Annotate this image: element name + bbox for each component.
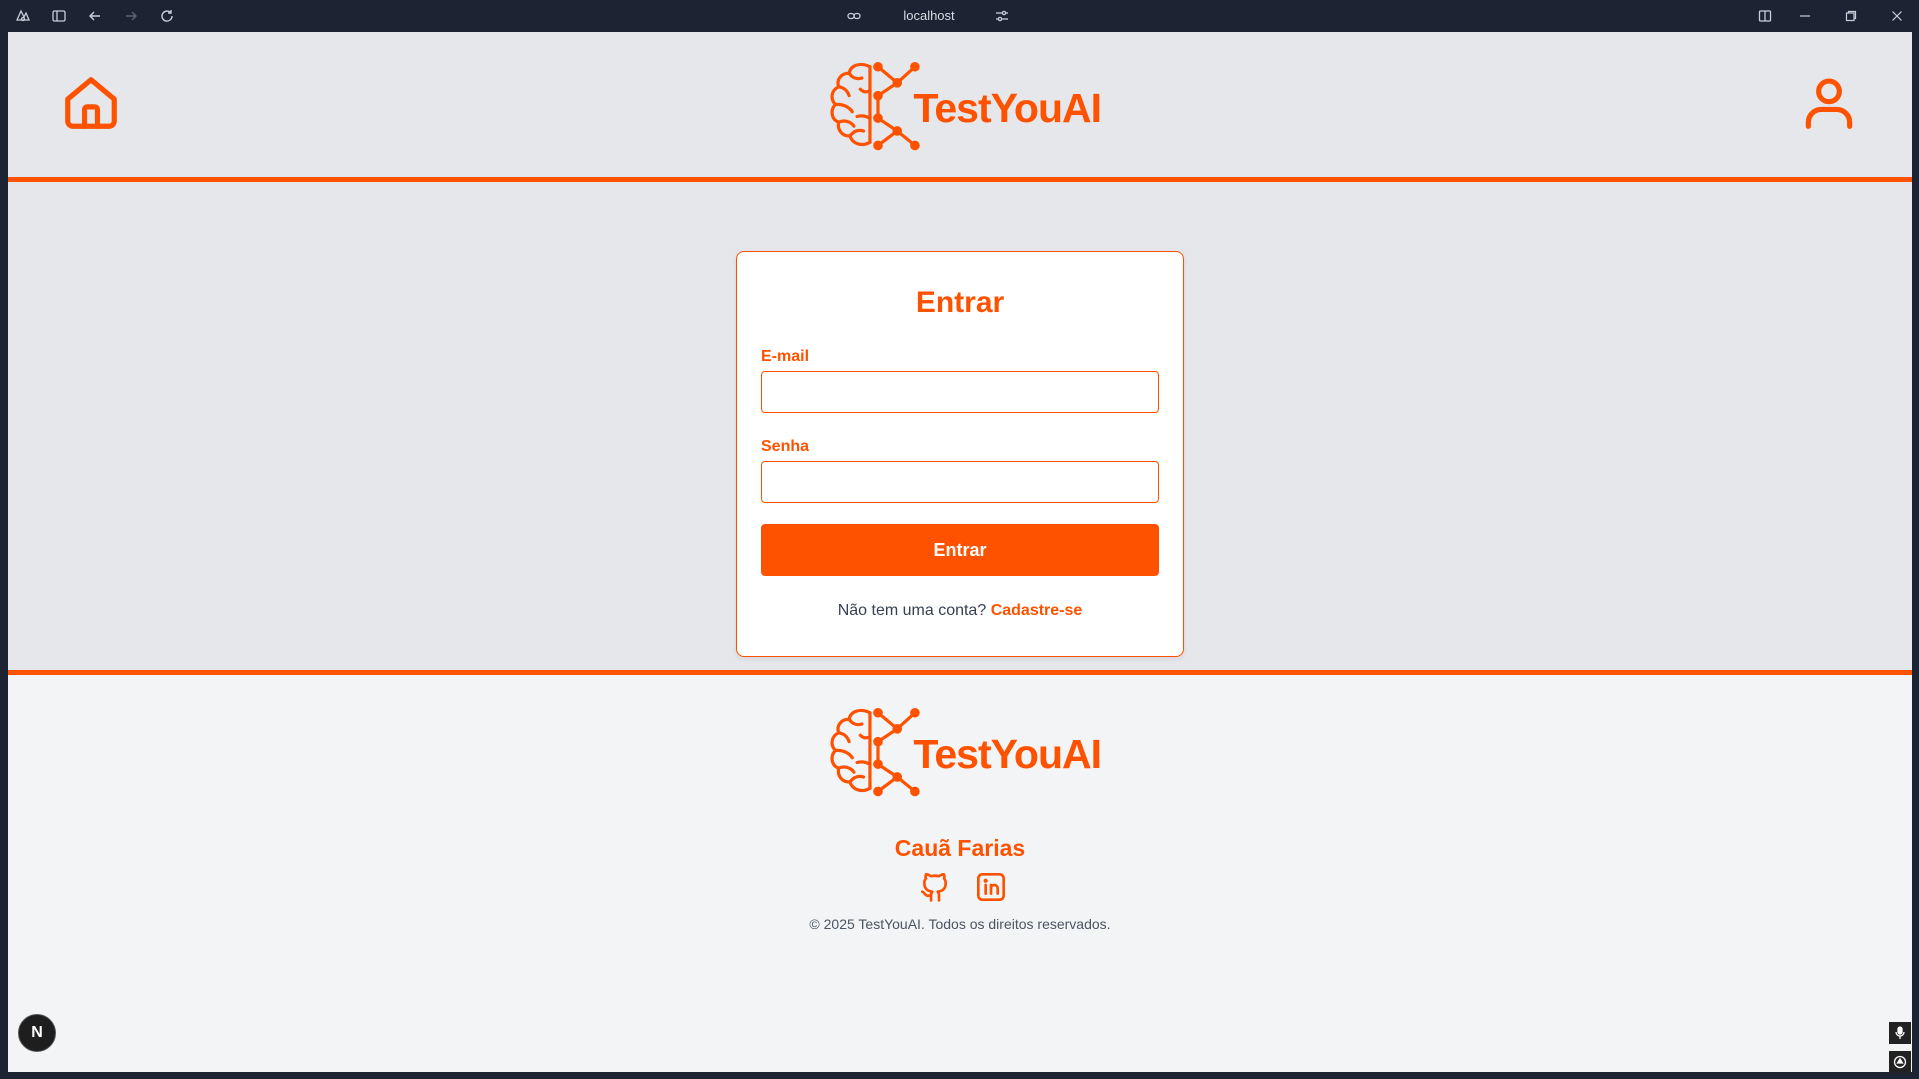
tune-icon[interactable] — [994, 8, 1010, 29]
github-link[interactable] — [918, 870, 952, 904]
home-icon — [65, 77, 117, 129]
linkedin-link[interactable] — [974, 870, 1008, 904]
page-viewport: TestYouAI Entrar E-mail Senha Entrar Não… — [8, 32, 1912, 1072]
author-name: Cauã Farias — [894, 835, 1026, 861]
password-label: Senha — [761, 438, 810, 455]
social-links — [918, 870, 1008, 906]
linkedin-icon — [977, 873, 1005, 901]
logo-text: TestYouAI — [913, 85, 1102, 131]
footer-logo[interactable]: TestYouAI — [825, 695, 1102, 810]
site-header: TestYouAI — [8, 32, 1912, 182]
user-account-button[interactable] — [1798, 72, 1860, 134]
browser-toolbar: localhost — [0, 0, 1919, 32]
password-field[interactable] — [761, 461, 1159, 503]
restore-icon[interactable] — [1842, 7, 1860, 25]
nextjs-dev-badge[interactable]: N — [18, 1014, 56, 1052]
github-icon — [921, 872, 947, 902]
email-label: E-mail — [761, 348, 810, 365]
login-title: Entrar — [915, 286, 1005, 319]
site-footer: TestYouAI Cauã Farias © 2025 TestYouAI. … — [8, 670, 1912, 1072]
signup-prompt: Não tem uma conta? — [837, 602, 987, 619]
signup-prompt-line: Não tem uma conta? Cadastre-se — [737, 602, 1183, 620]
login-card: Entrar E-mail Senha Entrar Não tem uma c… — [736, 251, 1184, 657]
login-submit-button[interactable]: Entrar — [761, 524, 1159, 576]
home-button[interactable] — [60, 72, 122, 134]
brain-network-icon — [830, 707, 920, 797]
footer-logo-text: TestYouAI — [913, 731, 1102, 777]
microphone-icon[interactable] — [1889, 1022, 1911, 1044]
close-icon[interactable] — [1888, 7, 1906, 25]
email-field[interactable] — [761, 371, 1159, 413]
minimize-icon[interactable] — [1796, 7, 1814, 25]
assistant-icon[interactable] — [1889, 1051, 1911, 1073]
copyright-text: © 2025 TestYouAI. Todos os direitos rese… — [809, 916, 1111, 932]
signup-link[interactable]: Cadastre-se — [991, 602, 1083, 619]
address-bar[interactable]: localhost — [0, 8, 1858, 23]
main-content: Entrar E-mail Senha Entrar Não tem uma c… — [8, 187, 1912, 670]
brain-network-icon — [830, 61, 920, 151]
split-view-icon[interactable] — [1756, 7, 1774, 25]
user-icon — [1805, 78, 1853, 129]
site-logo[interactable]: TestYouAI — [825, 49, 1102, 164]
